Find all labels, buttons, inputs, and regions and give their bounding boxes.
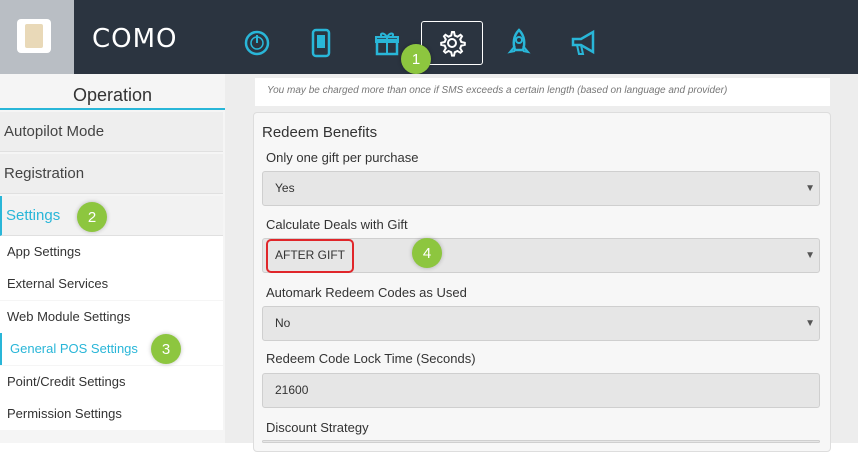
field-label-automark: Automark Redeem Codes as Used: [266, 285, 467, 300]
mobile-app-icon[interactable]: [290, 21, 352, 65]
rocket-icon[interactable]: [488, 21, 550, 65]
automark-redeem-codes-select[interactable]: No ▼: [262, 306, 820, 341]
one-gift-value: Yes: [275, 181, 295, 195]
sidebar-subitem-permission-settings[interactable]: Permission Settings: [0, 398, 223, 430]
sidebar-subitem-external-services[interactable]: External Services: [0, 268, 223, 300]
dashboard-gauge-icon[interactable]: [226, 21, 288, 65]
megaphone-icon[interactable]: [553, 21, 615, 65]
sidebar-subitem-web-module-settings[interactable]: Web Module Settings: [0, 301, 223, 333]
business-logo-image: [25, 24, 43, 48]
sidebar-item-autopilot-mode[interactable]: Autopilot Mode: [0, 112, 223, 152]
sidebar-header: Operation: [0, 80, 225, 110]
business-logo: [17, 19, 51, 53]
step-badge-3: 3: [151, 334, 181, 364]
como-brand-logo: COMO: [92, 24, 178, 54]
field-label-one-gift: Only one gift per purchase: [266, 150, 419, 165]
red-highlight-box: [266, 239, 354, 273]
sidebar-subitem-point-credit-settings[interactable]: Point/Credit Settings: [0, 366, 223, 398]
sidebar-item-registration[interactable]: Registration: [0, 154, 223, 194]
sidebar-item-settings[interactable]: Settings: [0, 196, 223, 236]
step-badge-4: 4: [412, 238, 442, 268]
sms-charge-note: You may be charged more than once if SMS…: [255, 78, 830, 106]
sidebar-subitem-app-settings[interactable]: App Settings: [0, 236, 223, 268]
field-label-lock-time: Redeem Code Lock Time (Seconds): [266, 351, 476, 366]
dropdown-caret-icon: ▼: [805, 250, 815, 261]
one-gift-per-purchase-select[interactable]: Yes ▼: [262, 171, 820, 206]
redeem-code-lock-time-input[interactable]: 21600: [262, 373, 820, 408]
step-badge-1: 1: [401, 44, 431, 74]
panel-title: Redeem Benefits: [262, 124, 378, 141]
automark-value: No: [275, 316, 291, 330]
lock-time-value: 21600: [275, 383, 309, 397]
step-badge-2: 2: [77, 202, 107, 232]
sidebar-subitem-general-pos-settings[interactable]: General POS Settings: [0, 333, 223, 365]
field-label-calculate-deals: Calculate Deals with Gift: [266, 217, 408, 232]
business-logo-area[interactable]: [0, 0, 74, 74]
field-label-discount-strategy: Discount Strategy: [266, 420, 369, 435]
dropdown-caret-icon: ▼: [805, 183, 815, 194]
dropdown-caret-icon: ▼: [805, 318, 815, 329]
